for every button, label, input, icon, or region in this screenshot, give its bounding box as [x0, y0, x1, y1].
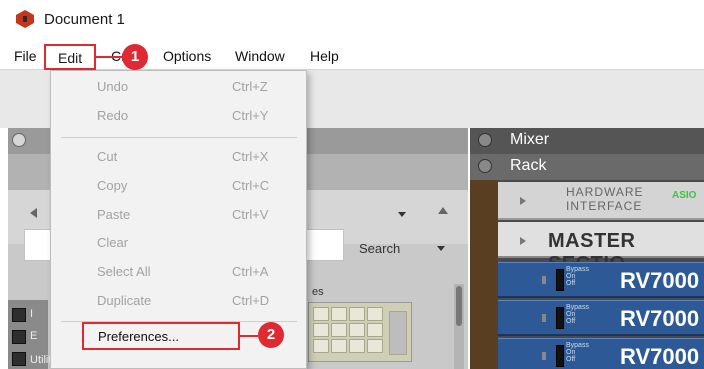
window-title: Document 1: [44, 11, 125, 28]
callout-2-line: [240, 335, 258, 337]
grid-cell: [367, 307, 383, 321]
browser-scrollbar-thumb[interactable]: [456, 286, 462, 326]
grid-cell: [313, 323, 329, 337]
effects-icon: [12, 330, 26, 344]
rack-label: Rack: [510, 157, 547, 174]
location-dropdown-icon[interactable]: [398, 212, 406, 217]
search-dropdown-icon[interactable]: [437, 246, 445, 251]
rv7000-label: RV7000: [620, 268, 700, 293]
reason-app-icon: [16, 10, 34, 28]
up-arrow-icon[interactable]: [438, 207, 448, 214]
grid-knob-strip: [389, 311, 407, 355]
expand-icon[interactable]: [520, 237, 526, 245]
menu-item-select-all[interactable]: Select All Ctrl+A: [51, 258, 306, 286]
grid-cell: [349, 307, 365, 321]
mixer-header[interactable]: Mixer: [470, 128, 704, 154]
menu-item-copy[interactable]: Copy Ctrl+C: [51, 172, 306, 200]
menu-item-redo[interactable]: Redo Ctrl+Y: [51, 102, 306, 130]
rack-slot-icon: [542, 352, 546, 360]
utilities-icon: [12, 352, 26, 366]
rack-slot-icon: [542, 314, 546, 322]
grid-cell: [331, 339, 347, 353]
back-arrow-icon[interactable]: [30, 208, 37, 218]
rack-slot-icon: [542, 276, 546, 284]
menu-edit[interactable]: Edit: [44, 44, 96, 70]
grid-cell: [331, 307, 347, 321]
menu-edit-label: Edit: [58, 50, 83, 66]
rack-header[interactable]: Rack: [470, 154, 704, 180]
rv7000-label: RV7000: [620, 344, 700, 369]
tree-item-partial-1[interactable]: I: [30, 308, 33, 320]
bypass-label: Bypass On Off: [566, 342, 589, 363]
rack-collapse-icon[interactable]: [478, 159, 492, 173]
search-button[interactable]: Search: [359, 241, 400, 256]
menu-options[interactable]: Options: [163, 48, 211, 64]
grid-cell: [313, 339, 329, 353]
grid-cell: [349, 323, 365, 337]
grid-cell: [367, 339, 383, 353]
hardware-interface-line1: HARDWARE: [566, 185, 644, 199]
preferences-label: Preferences...: [98, 329, 179, 344]
menu-item-clear[interactable]: Clear: [51, 229, 306, 257]
bypass-label: Bypass On Off: [566, 304, 589, 325]
bypass-label: Bypass On Off: [566, 266, 589, 287]
tree-item-partial-2[interactable]: E: [30, 330, 37, 342]
menu-item-duplicate[interactable]: Duplicate Ctrl+D: [51, 287, 306, 315]
callout-1-line: [96, 56, 122, 58]
device-thumbnail[interactable]: [308, 302, 412, 362]
menu-item-preferences[interactable]: Preferences...: [82, 322, 240, 350]
panel-collapse-icon[interactable]: [12, 133, 26, 147]
grid-cell: [367, 323, 383, 337]
grid-header-partial: es: [312, 286, 324, 298]
browser-tree: I E Utilities: [8, 300, 65, 369]
mixer-collapse-icon[interactable]: [478, 133, 492, 147]
menu-window[interactable]: Window: [235, 48, 285, 64]
menu-file[interactable]: File: [14, 48, 37, 64]
grid-cell: [331, 323, 347, 337]
menu-item-paste[interactable]: Paste Ctrl+V: [51, 201, 306, 229]
menu-help[interactable]: Help: [310, 48, 339, 64]
mixer-label: Mixer: [510, 131, 550, 148]
grid-cell: [313, 307, 329, 321]
instruments-icon: [12, 308, 26, 322]
bypass-switch[interactable]: [556, 269, 564, 291]
title-bar: Document 1: [0, 0, 704, 42]
expand-icon[interactable]: [520, 197, 526, 205]
bypass-switch[interactable]: [556, 307, 564, 329]
menu-item-cut[interactable]: Cut Ctrl+X: [51, 143, 306, 171]
callout-1: 1: [122, 44, 148, 70]
menu-item-undo[interactable]: Undo Ctrl+Z: [51, 73, 306, 101]
grid-cell: [349, 339, 365, 353]
bypass-switch[interactable]: [556, 345, 564, 367]
rv7000-label: RV7000: [620, 306, 700, 331]
asio-label: ASIO: [672, 190, 697, 201]
callout-2: 2: [258, 322, 284, 348]
hardware-interface-line2: INTERFACE: [566, 199, 643, 213]
menu-separator: [61, 137, 297, 138]
